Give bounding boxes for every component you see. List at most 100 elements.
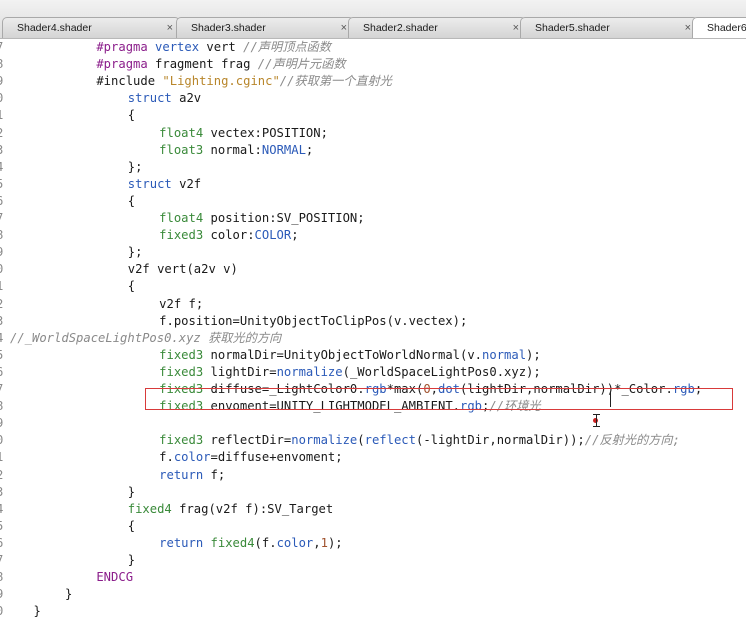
code-token: }; — [127, 245, 143, 260]
code-token: } — [33, 604, 41, 619]
code-token: lightDir= — [210, 364, 277, 379]
code-line[interactable]: 0 v2f vert(a2v v) — [0, 261, 746, 278]
code-text: fixed3 reflectDir=normalize(reflect(-lig… — [159, 432, 680, 449]
code-line[interactable]: 6 return fixed4(f.color,1); — [0, 535, 746, 552]
line-number: 3 — [0, 484, 6, 501]
code-text: float4 position:SV_POSITION; — [159, 210, 364, 227]
code-token: normalize — [291, 433, 358, 448]
tab-label: Shader2.shader — [363, 22, 438, 34]
code-line[interactable]: 9}; — [0, 244, 746, 261]
code-token: normal: — [210, 142, 262, 157]
code-editor[interactable]: 7 #pragma vertex vert //声明顶点函数 8 #pragma fr… — [0, 39, 746, 643]
code-text: } — [65, 586, 72, 603]
code-line[interactable]: 7 #pragma vertex vert //声明顶点函数 — [0, 39, 746, 56]
code-token: fixed4 — [210, 535, 255, 550]
code-token: { — [127, 108, 136, 123]
line-number: 2 — [0, 125, 6, 142]
code-text: #include "Lighting.cginc"//获取第一个直射光 — [96, 73, 392, 90]
code-line[interactable]: 0} — [0, 603, 746, 620]
code-line[interactable]: 1{ — [0, 278, 746, 295]
code-line[interactable]: 3 float3 normal:NORMAL; — [0, 142, 746, 159]
line-number: 9 — [0, 586, 6, 603]
code-line[interactable]: 5{ — [0, 518, 746, 535]
code-line[interactable]: 8 fixed3 color:COLOR; — [0, 227, 746, 244]
line-number: 7 — [0, 39, 6, 56]
code-line[interactable]: 9 — [0, 415, 746, 432]
line-number: 9 — [0, 244, 6, 261]
code-text: } — [128, 552, 135, 569]
code-token: normalDir=UnityObjectToWorldNormal(v. — [210, 347, 483, 362]
code-line[interactable]: 2 v2f f; — [0, 296, 746, 313]
code-line[interactable]: 8 #pragma fragment frag //声明片元函数 — [0, 56, 746, 73]
code-line[interactable]: 2 float4 vectex:POSITION; — [0, 125, 746, 142]
close-icon[interactable]: × — [685, 18, 691, 38]
tab-bar: Shader4.shader × Shader3.shader × Shader… — [0, 0, 746, 38]
code-line[interactable]: 9 #include "Lighting.cginc"//获取第一个直射光 — [0, 73, 746, 90]
code-line[interactable]: 3 f.position=UnityObjectToClipPos(v.vecte… — [0, 313, 746, 330]
line-number: 2 — [0, 467, 6, 484]
line-number: 0 — [0, 261, 6, 278]
tab-shader6[interactable]: Shader6.s — [692, 17, 746, 38]
tab-shader5[interactable]: Shader5.shader × — [520, 17, 698, 38]
code-line[interactable]: 2 return f; — [0, 467, 746, 484]
code-token: { — [127, 518, 136, 533]
code-token: vectex:POSITION; — [210, 125, 328, 140]
code-text: //_WorldSpaceLightPos0.xyz 获取光的方向 — [10, 330, 281, 347]
code-token: f. — [159, 450, 174, 465]
code-text: struct a2v — [128, 90, 201, 107]
code-token: ); — [526, 347, 541, 362]
code-token: fixed4 — [127, 501, 180, 516]
code-text: #pragma vertex vert //声明顶点函数 — [96, 39, 331, 56]
code-text: fixed3 normalDir=UnityObjectToWorldNorma… — [159, 347, 541, 364]
code-token: position:SV_POSITION; — [210, 211, 365, 225]
tab-label: Shader3.shader — [191, 22, 266, 34]
code-line[interactable]: 7} — [0, 552, 746, 569]
code-line[interactable]: 9} — [0, 586, 746, 603]
code-token: } — [64, 587, 73, 602]
code-line[interactable]: 4 //_WorldSpaceLightPos0.xyz 获取光的方向 — [0, 330, 746, 347]
code-line[interactable]: 1{ — [0, 107, 746, 124]
code-line[interactable]: 6{ — [0, 193, 746, 210]
code-text: return fixed4(f.color,1); — [159, 535, 342, 552]
code-token: ( — [357, 433, 365, 448]
code-line[interactable]: 0 struct a2v — [0, 90, 746, 107]
code-line[interactable]: 5 fixed3 normalDir=UnityObjectToWorldNorm… — [0, 347, 746, 364]
tab-shader4[interactable]: Shader4.shader × — [2, 17, 180, 38]
code-line[interactable]: 8 ENDCG — [0, 569, 746, 586]
line-number: 1 — [0, 107, 6, 124]
code-text: fixed3 lightDir=normalize(_WorldSpaceLig… — [159, 364, 541, 381]
line-number: 6 — [0, 364, 6, 381]
code-text: f.color=diffuse+envoment; — [159, 449, 342, 466]
line-number: 6 — [0, 535, 6, 552]
code-line[interactable]: 5 struct v2f — [0, 176, 746, 193]
code-text: } — [34, 603, 41, 620]
line-number: 8 — [0, 227, 6, 244]
close-icon[interactable]: × — [341, 18, 347, 38]
code-text: } — [128, 484, 135, 501]
code-text: { — [128, 107, 135, 124]
code-token: COLOR — [254, 228, 292, 243]
close-icon[interactable]: × — [167, 18, 173, 38]
code-line[interactable]: 6 fixed3 lightDir=normalize(_WorldSpaceLi… — [0, 364, 746, 381]
code-token: f.position=UnityObjectToClipPos(v.vectex… — [159, 313, 468, 328]
code-line[interactable]: 3} — [0, 484, 746, 501]
code-token: reflectDir= — [210, 433, 292, 448]
tab-shader3[interactable]: Shader3.shader × — [176, 17, 354, 38]
code-token: , — [313, 535, 321, 550]
code-line[interactable]: 7 float4 position:SV_POSITION; — [0, 210, 746, 227]
code-text: struct v2f — [128, 176, 201, 193]
code-token: //反射光的方向; — [584, 433, 680, 448]
code-token: frag(v2f f):SV_Target — [179, 501, 334, 516]
tab-label: Shader6.s — [707, 22, 746, 34]
code-line[interactable]: 1 f.color=diffuse+envoment; — [0, 449, 746, 466]
code-line[interactable]: 0 fixed3 reflectDir=normalize(reflect(-li… — [0, 432, 746, 449]
code-text: f.position=UnityObjectToClipPos(v.vectex… — [159, 313, 467, 330]
line-number: 2 — [0, 296, 6, 313]
tab-shader2[interactable]: Shader2.shader × — [348, 17, 526, 38]
code-line[interactable]: 4 fixed4 frag(v2f f):SV_Target — [0, 501, 746, 518]
code-line[interactable]: 4}; — [0, 159, 746, 176]
line-number: 1 — [0, 449, 6, 466]
close-icon[interactable]: × — [513, 18, 519, 38]
code-token: ; — [291, 228, 299, 243]
code-token: normal — [482, 347, 527, 362]
